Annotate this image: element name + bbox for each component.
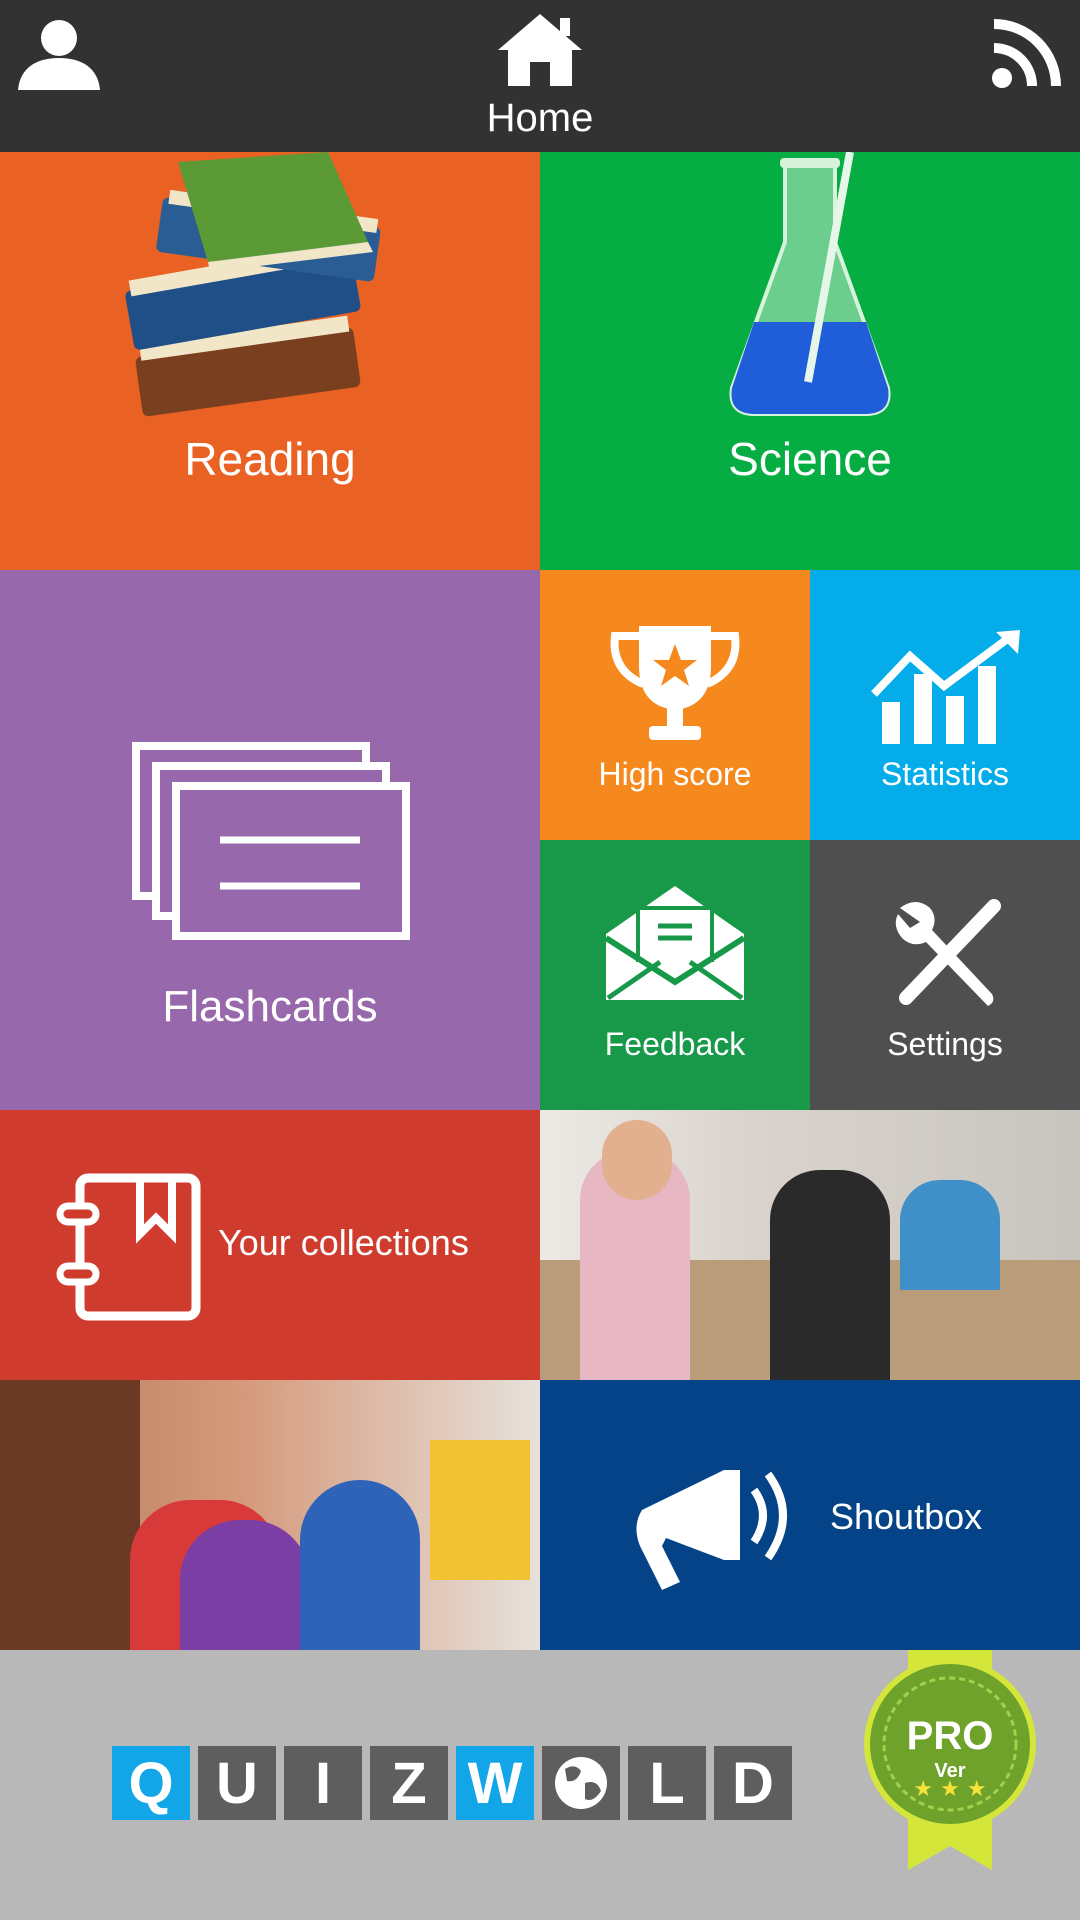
trophy-icon xyxy=(610,626,740,740)
shoutbox-label: Shoutbox xyxy=(830,1496,983,1537)
logo-letter: D xyxy=(714,1746,792,1820)
high-score-tile[interactable]: High score xyxy=(540,570,810,840)
notebook-icon xyxy=(56,1173,201,1321)
high-score-label: High score xyxy=(598,756,752,792)
page-title: Home xyxy=(486,96,594,140)
chart-icon xyxy=(871,630,1020,744)
rss-icon[interactable] xyxy=(990,12,1068,90)
statistics-tile[interactable]: Statistics xyxy=(810,570,1080,840)
globe-icon xyxy=(542,1746,620,1820)
science-label: Science xyxy=(728,433,892,485)
settings-tile[interactable]: Settings xyxy=(810,840,1080,1110)
reading-tile[interactable]: Reading xyxy=(0,152,540,570)
science-tile[interactable]: Science xyxy=(540,152,1080,570)
pro-badge-text: PRO xyxy=(906,1714,994,1758)
pro-badge-subtext: Ver xyxy=(934,1760,966,1782)
flashcards-label: Flashcards xyxy=(162,982,378,1031)
quizworld-logo: Q U I Z W L D xyxy=(112,1746,792,1820)
feedback-tile[interactable]: Feedback xyxy=(540,840,810,1110)
logo-letter: W xyxy=(456,1746,534,1820)
flashcards-tile[interactable]: Flashcards xyxy=(0,570,540,1110)
tools-icon xyxy=(895,899,1001,1006)
feedback-label: Feedback xyxy=(604,1026,746,1062)
reading-label: Reading xyxy=(184,433,356,485)
logo-letter: L xyxy=(628,1746,706,1820)
top-bar: Home xyxy=(0,0,1080,152)
settings-label: Settings xyxy=(887,1026,1003,1062)
shoutbox-tile[interactable]: Shoutbox xyxy=(540,1380,1080,1650)
megaphone-icon xyxy=(636,1470,787,1590)
students-photo-left xyxy=(0,1380,540,1650)
cards-icon xyxy=(132,742,410,940)
collections-tile[interactable]: Your collections xyxy=(0,1110,540,1380)
books-icon xyxy=(125,152,381,417)
statistics-label: Statistics xyxy=(880,756,1010,792)
logo-letter: Q xyxy=(112,1746,190,1820)
logo-letter: I xyxy=(284,1746,362,1820)
envelope-icon xyxy=(604,886,746,1001)
logo-letter: Z xyxy=(370,1746,448,1820)
user-icon[interactable] xyxy=(14,12,104,92)
collections-label: Your collections xyxy=(218,1222,469,1263)
home-icon[interactable] xyxy=(490,10,590,90)
flask-icon xyxy=(729,152,891,416)
pro-version-badge[interactable]: ★ ★ ★ PRO Ver xyxy=(860,1650,1040,1870)
students-photo-right xyxy=(540,1110,1080,1380)
logo-letter: U xyxy=(198,1746,276,1820)
